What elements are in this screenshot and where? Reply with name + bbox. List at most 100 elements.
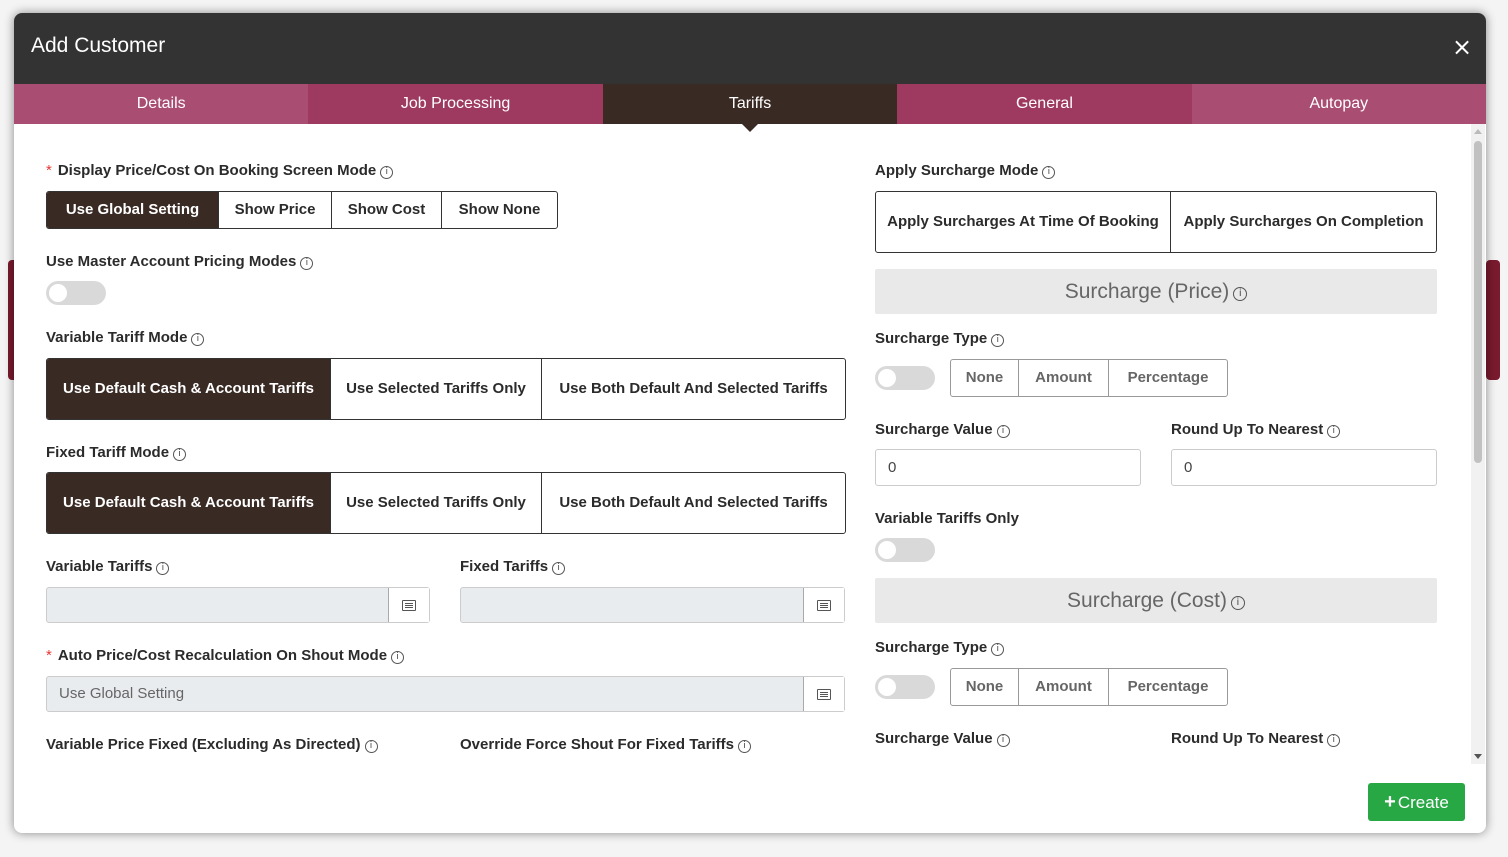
modal-header: Add Customer × [14,13,1486,84]
info-icon: i [391,651,405,664]
toggle-knob [878,541,896,559]
option-amount[interactable]: Amount [1019,360,1109,396]
scroll-thumb[interactable] [1474,141,1482,463]
display-price-mode-label: * Display Price/Cost On Booking Screen Mo… [46,162,394,179]
price-round-up-value: 0 [1184,459,1193,476]
info-icon: i [1327,734,1341,747]
info-icon: i [300,257,314,270]
option-use-global-setting[interactable]: Use Global Setting [47,192,219,228]
toggle-knob [878,678,896,696]
list-picker-icon [402,599,416,611]
info-icon: i [156,562,170,575]
scroll-up-arrow-icon[interactable] [1474,129,1482,134]
tab-general[interactable]: General [897,84,1192,124]
variable-tariffs-label: Variable Tariffs i [46,558,170,575]
option-none[interactable]: None [951,360,1019,396]
fixed-tariff-mode-selector: Use Default Cash & Account Tariffs Use S… [46,472,846,534]
option-amount[interactable]: Amount [1019,669,1109,705]
price-surcharge-type-selector: None Amount Percentage [950,359,1228,397]
create-button-label: Create [1397,793,1449,812]
tab-autopay[interactable]: Autopay [1191,84,1486,124]
variable-tariffs-field[interactable] [46,587,430,623]
add-customer-modal: Add Customer × Details Job Processing Ta… [14,13,1486,833]
option-selected-tariffs-only[interactable]: Use Selected Tariffs Only [331,359,542,419]
tab-bar: Details Job Processing Tariffs General A… [14,84,1486,132]
cost-surcharge-type-selector: None Amount Percentage [950,668,1228,706]
backdrop-edge-right [1486,260,1500,380]
option-both-default-and-selected[interactable]: Use Both Default And Selected Tariffs [542,473,845,533]
tab-details[interactable]: Details [14,84,309,124]
info-icon: i [737,740,751,753]
price-surcharge-type-label: Surcharge Type i [875,330,1005,347]
close-icon[interactable]: × [1452,35,1472,59]
scroll-down-arrow-icon[interactable] [1474,754,1482,759]
cost-surcharge-value-label: Surcharge Value i [875,730,1010,747]
toggle-knob [49,284,67,302]
master-pricing-label: Use Master Account Pricing Modes i [46,253,314,270]
fixed-tariffs-label: Fixed Tariffs i [460,558,566,575]
option-percentage[interactable]: Percentage [1109,360,1227,396]
variable-tariffs-picker-button[interactable] [388,588,429,622]
tab-job-processing[interactable]: Job Processing [308,84,603,124]
price-surcharge-value-input[interactable]: 0 [875,449,1141,486]
option-percentage[interactable]: Percentage [1109,669,1227,705]
option-default-cash-account-tariffs[interactable]: Use Default Cash & Account Tariffs [47,473,331,533]
price-round-up-input[interactable]: 0 [1171,449,1437,486]
price-surcharge-type-toggle[interactable] [875,366,935,390]
option-selected-tariffs-only[interactable]: Use Selected Tariffs Only [331,473,542,533]
info-icon: i [552,562,566,575]
cost-surcharge-type-label: Surcharge Type i [875,639,1005,656]
option-show-price[interactable]: Show Price [219,192,332,228]
info-icon: i [1233,287,1248,301]
auto-recalc-select[interactable]: Use Global Setting [46,676,845,712]
variable-tariff-mode-selector: Use Default Cash & Account Tariffs Use S… [46,358,846,420]
option-default-cash-account-tariffs[interactable]: Use Default Cash & Account Tariffs [47,359,331,419]
option-apply-on-completion[interactable]: Apply Surcharges On Completion [1171,192,1436,252]
master-pricing-toggle[interactable] [46,281,106,305]
toggle-knob [878,369,896,387]
apply-surcharge-mode-label: Apply Surcharge Mode i [875,162,1056,179]
variable-tariffs-only-label: Variable Tariffs Only [875,510,1019,527]
info-icon: i [996,734,1010,747]
auto-recalc-label: * Auto Price/Cost Recalculation On Shout … [46,647,405,664]
surcharge-price-header: Surcharge (Price) i [875,269,1437,314]
variable-tariff-mode-label: Variable Tariff Mode i [46,329,205,346]
info-icon: i [1327,425,1341,438]
tab-tariffs[interactable]: Tariffs [602,84,898,132]
info-icon: i [1042,166,1056,179]
required-marker: * [46,647,52,664]
variable-tariffs-only-toggle[interactable] [875,538,935,562]
fixed-tariffs-picker-button[interactable] [803,588,844,622]
cost-surcharge-type-toggle[interactable] [875,675,935,699]
info-icon: i [191,333,205,346]
cost-round-up-label: Round Up To Nearest i [1171,730,1341,747]
info-icon: i [996,425,1010,438]
list-picker-icon [817,599,831,611]
option-show-none[interactable]: Show None [442,192,557,228]
option-both-default-and-selected[interactable]: Use Both Default And Selected Tariffs [542,359,845,419]
price-round-up-label: Round Up To Nearest i [1171,421,1341,438]
tariffs-panel: * Display Price/Cost On Booking Screen Mo… [14,124,1486,764]
list-picker-icon [817,688,831,700]
info-icon: i [991,643,1005,656]
fixed-tariff-mode-label: Fixed Tariff Mode i [46,444,187,461]
modal-title: Add Customer [31,34,166,57]
info-icon: i [991,334,1005,347]
override-force-shout-label: Override Force Shout For Fixed Tariffs i [460,736,751,753]
option-apply-at-booking[interactable]: Apply Surcharges At Time Of Booking [876,192,1171,252]
variable-price-fixed-label: Variable Price Fixed (Excluding As Direc… [46,736,378,753]
apply-surcharge-mode-selector: Apply Surcharges At Time Of Booking Appl… [875,191,1437,253]
auto-recalc-value: Use Global Setting [59,685,185,702]
info-icon: i [173,448,187,461]
option-none[interactable]: None [951,669,1019,705]
info-icon: i [364,740,378,753]
option-show-cost[interactable]: Show Cost [332,192,442,228]
fixed-tariffs-field[interactable] [460,587,845,623]
panel-scrollbar[interactable] [1471,124,1485,764]
display-price-mode-selector: Use Global Setting Show Price Show Cost … [46,191,558,229]
required-marker: * [46,162,52,179]
create-button[interactable]: + Create [1368,783,1465,821]
surcharge-cost-header: Surcharge (Cost) i [875,578,1437,623]
auto-recalc-picker-button[interactable] [803,677,844,711]
price-surcharge-value-label: Surcharge Value i [875,421,1010,438]
